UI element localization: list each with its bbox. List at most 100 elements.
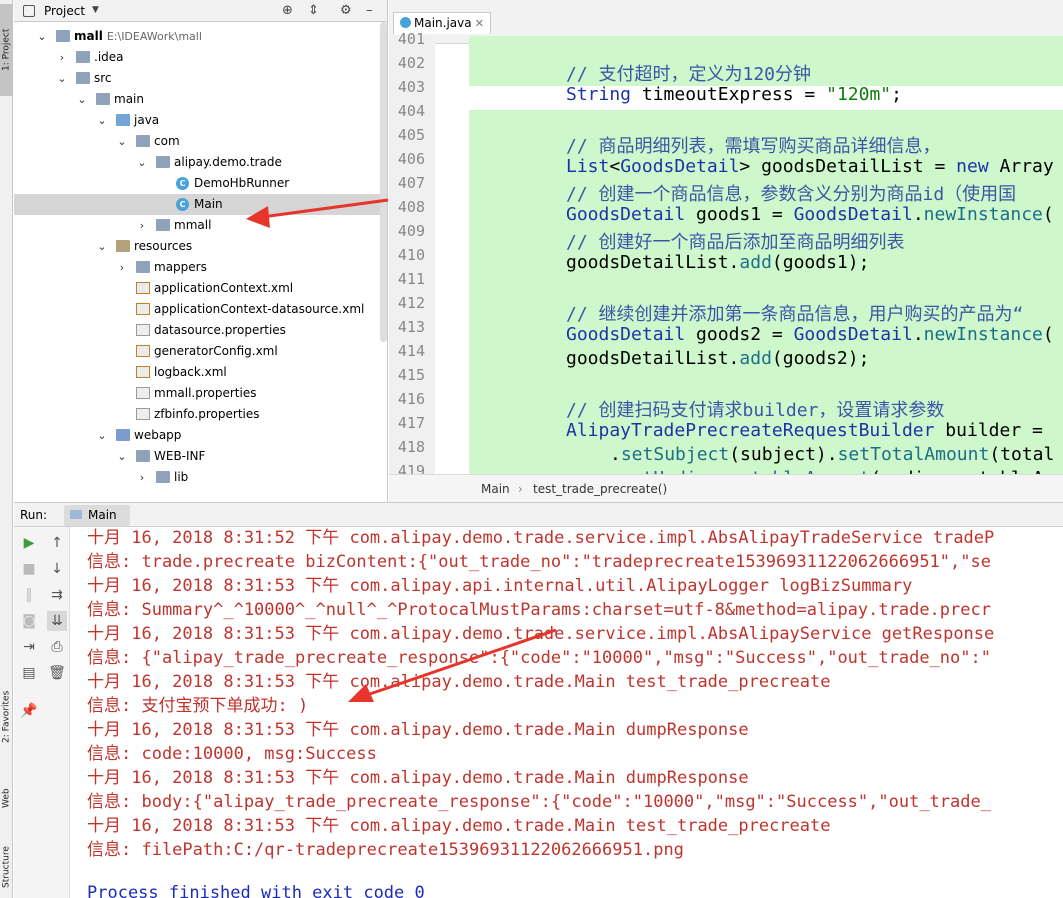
console-output[interactable]: 十月 16, 2018 8:31:52 下午 com.alipay.demo.t… xyxy=(87,527,1063,898)
tree-item[interactable]: ⌄ mall E:\IDEAWork\mall xyxy=(14,26,387,47)
chevron-down-icon[interactable]: ⌄ xyxy=(96,425,108,446)
tree-item[interactable]: C Main xyxy=(14,194,387,215)
line-number: 411 xyxy=(397,270,425,288)
tree-item-name: generatorConfig.xml xyxy=(154,344,278,358)
tree-item-label: lib xyxy=(174,467,188,488)
code-line: GoodsDetail goods2 = GoodsDetail.newInst… xyxy=(566,324,1054,345)
code-token: (goods2); xyxy=(771,348,870,369)
tree-item[interactable]: ⌄ WEB-INF xyxy=(14,446,387,467)
tree-item[interactable]: › .idea xyxy=(14,47,387,68)
tree-item[interactable]: zfbinfo.properties xyxy=(14,404,387,425)
tree-item-label: applicationContext.xml xyxy=(154,278,293,299)
layout-icon[interactable]: ▤ xyxy=(19,663,39,683)
soft-wrap-icon[interactable]: ⇉ xyxy=(47,585,67,605)
stop-icon[interactable]: ■ xyxy=(19,559,39,579)
project-tool-tab[interactable]: 1: Project xyxy=(0,4,13,96)
code-token: goodsDetailList. xyxy=(566,348,740,369)
code-line: AlipayTradePrecreateRequestBuilder build… xyxy=(566,420,1054,441)
chevron-down-icon[interactable]: ⌄ xyxy=(76,89,88,110)
pin-icon[interactable]: 📌 xyxy=(19,701,39,721)
xml-file-icon xyxy=(136,366,150,378)
line-number: 412 xyxy=(397,294,425,312)
collapse-all-icon[interactable]: ⇕ xyxy=(308,3,319,19)
line-number: 404 xyxy=(397,102,425,120)
chevron-down-icon[interactable]: ▼ xyxy=(92,5,99,15)
gear-icon[interactable]: ⚙ xyxy=(340,3,352,19)
console-line: 信息: 支付宝预下单成功: ) xyxy=(87,696,309,716)
tree-item[interactable]: › mappers xyxy=(14,257,387,278)
line-number: 414 xyxy=(397,342,425,360)
tree-item-name: applicationContext-datasource.xml xyxy=(154,302,365,316)
line-number: 417 xyxy=(397,414,425,432)
chevron-down-icon[interactable]: ⌄ xyxy=(96,236,108,257)
chevron-down-icon[interactable]: ⌄ xyxy=(56,68,68,89)
locate-target-icon[interactable]: ⊕ xyxy=(282,3,293,19)
tree-item-label: zfbinfo.properties xyxy=(154,404,260,425)
breadcrumb-method[interactable]: test_trade_precreate() xyxy=(533,475,667,502)
favorites-tool-tab[interactable]: 2: Favorites xyxy=(0,676,13,758)
code-token: goods2 = xyxy=(685,324,794,345)
chevron-down-icon[interactable]: ⌄ xyxy=(116,446,128,467)
properties-file-icon xyxy=(136,408,150,420)
tree-item[interactable]: ⌄ src xyxy=(14,68,387,89)
chevron-down-icon[interactable]: ⌄ xyxy=(96,110,108,131)
tree-item[interactable]: › lib xyxy=(14,467,387,488)
project-tree-scrollbar[interactable] xyxy=(380,22,387,342)
web-folder-icon xyxy=(116,429,130,441)
hide-panel-icon[interactable]: – xyxy=(366,3,373,19)
code-line: // 商品明细列表，需填写购买商品详细信息， xyxy=(566,132,941,158)
code-token: GoodsDetail xyxy=(793,324,913,345)
line-number: 409 xyxy=(397,222,425,240)
chevron-down-icon[interactable]: ⌄ xyxy=(116,131,128,152)
tree-item[interactable]: ⌄ resources xyxy=(14,236,387,257)
folder-icon xyxy=(76,72,90,84)
code-line: List<GoodsDetail> goodsDetailList = new … xyxy=(566,156,1054,177)
tree-item[interactable]: applicationContext-datasource.xml xyxy=(14,299,387,320)
structure-tool-tab[interactable]: Structure xyxy=(0,836,13,898)
tree-item[interactable]: ⌄ main xyxy=(14,89,387,110)
tree-item[interactable]: generatorConfig.xml xyxy=(14,341,387,362)
chevron-right-icon[interactable]: › xyxy=(116,257,128,278)
close-icon[interactable]: ✕ xyxy=(475,13,484,34)
chevron-right-icon[interactable]: › xyxy=(136,215,148,236)
code-token: (subject). xyxy=(729,444,838,465)
properties-file-icon xyxy=(136,387,150,399)
tree-item[interactable]: ⌄ alipay.demo.trade xyxy=(14,152,387,173)
chevron-right-icon[interactable]: › xyxy=(136,467,148,488)
code-token: new xyxy=(956,156,989,177)
run-toolbar: ▶ ↑ ■ ↓ ‖ ⇉ ◙ ⇊ ⇥ ⎙ ▤ 🗑 📌 xyxy=(14,527,70,898)
camera-icon[interactable]: ◙ xyxy=(19,611,39,631)
code-token: // 支付超时，定义为120分钟 xyxy=(566,64,812,85)
tree-item[interactable]: C DemoHbRunner xyxy=(14,173,387,194)
trash-icon[interactable]: 🗑 xyxy=(47,663,67,683)
tree-item[interactable]: mmall.properties xyxy=(14,383,387,404)
code-token: setSubject xyxy=(620,444,730,465)
arrow-down-icon[interactable]: ↓ xyxy=(47,559,67,579)
tree-item[interactable]: applicationContext.xml xyxy=(14,278,387,299)
rerun-icon[interactable]: ▶ xyxy=(19,533,39,553)
web-tool-tab[interactable]: Web xyxy=(0,770,13,826)
tree-item-name: com xyxy=(154,134,180,148)
tree-item[interactable]: ⌄ java xyxy=(14,110,387,131)
chevron-down-icon[interactable]: ⌄ xyxy=(136,152,148,173)
code-token: timeoutExpress = xyxy=(631,84,827,105)
tree-item[interactable]: › mmall xyxy=(14,215,387,236)
tree-item[interactable]: logback.xml xyxy=(14,362,387,383)
line-number: 418 xyxy=(397,438,425,456)
chevron-right-icon[interactable]: › xyxy=(56,47,68,68)
scroll-to-end-icon[interactable]: ⇊ xyxy=(47,611,67,631)
tree-item-label: src xyxy=(94,68,112,89)
code-line: .setSubject(subject).setTotalAmount(tota… xyxy=(610,444,1054,465)
tree-item[interactable]: ⌄ webapp xyxy=(14,425,387,446)
arrow-up-icon[interactable]: ↑ xyxy=(47,533,67,553)
tree-item[interactable]: datasource.properties xyxy=(14,320,387,341)
code-token: GoodsDetail xyxy=(566,324,686,345)
chevron-down-icon[interactable]: ⌄ xyxy=(36,26,48,47)
breadcrumb-class[interactable]: Main xyxy=(481,475,510,502)
code-token: goodsDetailList. xyxy=(566,252,740,273)
print-icon[interactable]: ⎙ xyxy=(47,637,67,657)
exit-icon[interactable]: ⇥ xyxy=(19,637,39,657)
pause-icon[interactable]: ‖ xyxy=(19,585,39,605)
tree-item[interactable]: ⌄ com xyxy=(14,131,387,152)
project-view-selector[interactable]: Project xyxy=(44,4,85,18)
